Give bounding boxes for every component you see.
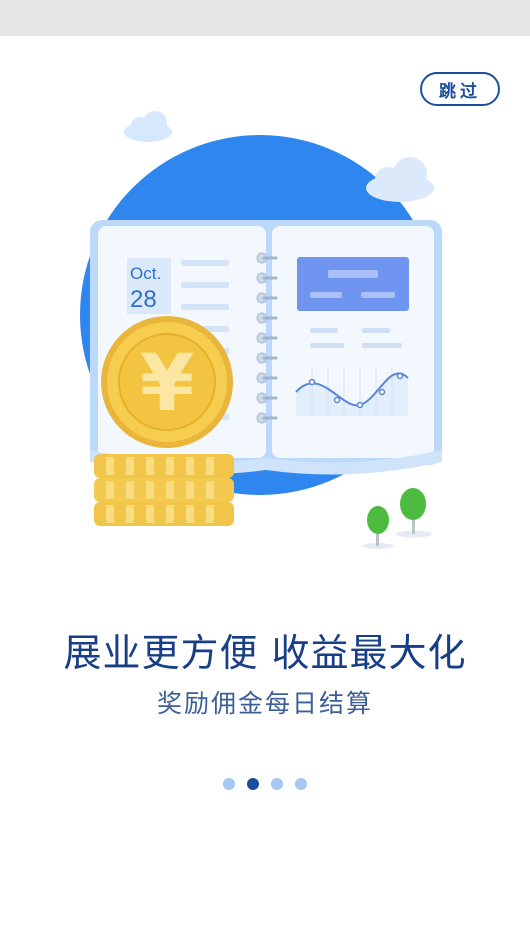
page-dot-2[interactable] xyxy=(247,778,259,790)
yen-coin-icon: ¥ xyxy=(101,316,233,448)
page-dot-1[interactable] xyxy=(223,778,235,790)
calendar-day: 28 xyxy=(130,286,157,313)
onboarding-headline: 展业更方便 收益最大化 xyxy=(63,631,467,675)
status-bar xyxy=(0,0,530,36)
tree-icon xyxy=(362,506,394,549)
page-indicator xyxy=(0,778,530,792)
onboarding-illustration: Oct. 28 ¥ xyxy=(80,111,442,549)
tree-icon xyxy=(396,488,432,538)
cloud-icon xyxy=(366,157,434,202)
calendar-month: Oct. xyxy=(130,264,161,283)
page-dot-3[interactable] xyxy=(271,778,283,790)
page-dot-4[interactable] xyxy=(295,778,307,790)
skip-button[interactable]: 跳过 xyxy=(420,72,500,106)
coin-stack-icon xyxy=(94,454,234,526)
cloud-icon xyxy=(124,111,172,142)
onboarding-subtitle: 奖励佣金每日结算 xyxy=(156,689,373,718)
yen-symbol: ¥ xyxy=(140,339,194,429)
